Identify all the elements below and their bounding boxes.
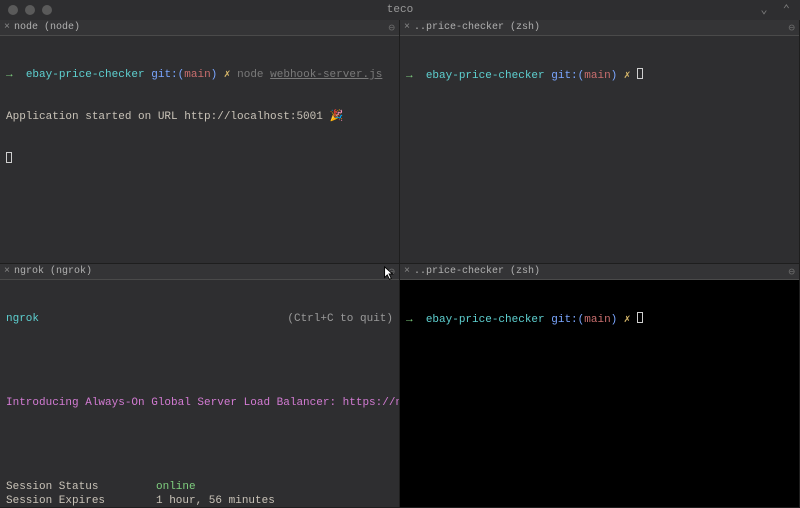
prompt-branch: main bbox=[584, 314, 610, 326]
close-icon[interactable]: × bbox=[4, 22, 10, 33]
pane-top-left: × node (node) ⊖ → ebay-price-checker git… bbox=[0, 20, 400, 264]
kv-value: online bbox=[156, 480, 393, 494]
tab-zsh-tr[interactable]: × ..price-checker (zsh) bbox=[404, 22, 540, 33]
terminal-body-tl[interactable]: → ebay-price-checker git:(main) ✗ node w… bbox=[0, 36, 399, 263]
terminal-cursor-icon bbox=[6, 152, 12, 163]
prompt-dirty-icon: ✗ bbox=[624, 70, 631, 82]
cmd-node: node bbox=[237, 69, 263, 81]
cursor-line bbox=[6, 152, 393, 167]
window-title: teco bbox=[0, 4, 800, 16]
prompt-dir: ebay-price-checker bbox=[26, 69, 145, 81]
pane-top-right: × ..price-checker (zsh) ⊖ → ebay-price-c… bbox=[400, 20, 800, 264]
terminal-body-bl[interactable]: ngrok (Ctrl+C to quit) Introducing Alway… bbox=[0, 280, 399, 507]
pane-grid: × node (node) ⊖ → ebay-price-checker git… bbox=[0, 20, 800, 508]
quit-hint: (Ctrl+C to quit) bbox=[287, 312, 393, 326]
terminal-body-tr[interactable]: → ebay-price-checker git:(main) ✗ bbox=[400, 36, 799, 263]
prompt-line: → ebay-price-checker git:(main) ✗ node w… bbox=[6, 68, 393, 82]
tabbar-tl: × node (node) ⊖ bbox=[0, 20, 399, 36]
pane-bottom-left: × ngrok (ngrok) ⊖ ngrok (Ctrl+C to quit)… bbox=[0, 264, 400, 508]
tab-label: node (node) bbox=[14, 22, 80, 33]
terminal-cursor-icon bbox=[637, 312, 643, 323]
pane-resize-icon[interactable]: ⊖ bbox=[388, 21, 395, 35]
window-corner-icons: ⌄ ⌃ bbox=[760, 2, 794, 17]
terminal-cursor-icon bbox=[637, 68, 643, 79]
pane-resize-icon[interactable]: ⊖ bbox=[788, 265, 795, 279]
prompt-line: → ebay-price-checker git:(main) ✗ bbox=[406, 312, 793, 327]
prompt-dirty-icon: ✗ bbox=[224, 69, 231, 81]
tabbar-tr: × ..price-checker (zsh) ⊖ bbox=[400, 20, 799, 36]
tab-label: ..price-checker (zsh) bbox=[414, 22, 540, 33]
prompt-arrow-icon: → bbox=[406, 314, 413, 326]
tab-ngrok[interactable]: × ngrok (ngrok) bbox=[4, 266, 92, 277]
tab-label: ngrok (ngrok) bbox=[14, 266, 92, 277]
prompt-arrow-icon: → bbox=[6, 69, 13, 81]
ngrok-kv-list: Session StatusonlineSession Expires1 hou… bbox=[6, 480, 393, 507]
close-icon[interactable]: × bbox=[4, 266, 10, 277]
tab-node[interactable]: × node (node) bbox=[4, 22, 80, 33]
pane-bottom-right: × ..price-checker (zsh) ⊖ → ebay-price-c… bbox=[400, 264, 800, 508]
tabbar-bl: × ngrok (ngrok) ⊖ bbox=[0, 264, 399, 280]
prompt-git-close: ) bbox=[611, 314, 618, 326]
prompt-git-close: ) bbox=[211, 69, 218, 81]
prompt-dirty-icon: ✗ bbox=[624, 314, 631, 326]
prompt-branch: main bbox=[184, 69, 210, 81]
pane-resize-icon[interactable]: ⊖ bbox=[388, 265, 395, 279]
prompt-git-open: git:( bbox=[551, 314, 584, 326]
kv-row: Session Statusonline bbox=[6, 480, 393, 494]
prompt-git-open: git:( bbox=[551, 70, 584, 82]
kv-key: Session Status bbox=[6, 480, 156, 494]
titlebar: teco ⌄ ⌃ bbox=[0, 0, 800, 20]
prompt-dir: ebay-price-checker bbox=[426, 314, 545, 326]
kv-value: 1 hour, 56 minutes bbox=[156, 494, 393, 507]
ngrok-header-line: ngrok (Ctrl+C to quit) bbox=[6, 312, 393, 326]
output-line: Application started on URL http://localh… bbox=[6, 110, 393, 124]
blank-line bbox=[6, 438, 393, 452]
ngrok-promo: Introducing Always-On Global Server Load… bbox=[6, 396, 393, 410]
ngrok-title: ngrok bbox=[6, 312, 39, 326]
pane-resize-icon[interactable]: ⊖ bbox=[788, 21, 795, 35]
prompt-arrow-icon: → bbox=[406, 70, 413, 82]
prompt-dir: ebay-price-checker bbox=[426, 70, 545, 82]
blank-line bbox=[6, 354, 393, 368]
tab-zsh-br[interactable]: × ..price-checker (zsh) bbox=[404, 266, 540, 277]
tabbar-br: × ..price-checker (zsh) ⊖ bbox=[400, 264, 799, 280]
cmd-arg: webhook-server.js bbox=[270, 69, 382, 81]
prompt-branch: main bbox=[584, 70, 610, 82]
close-icon[interactable]: × bbox=[404, 266, 410, 277]
prompt-git-open: git:( bbox=[151, 69, 184, 81]
tab-label: ..price-checker (zsh) bbox=[414, 266, 540, 277]
terminal-body-br[interactable]: → ebay-price-checker git:(main) ✗ bbox=[400, 280, 799, 507]
prompt-line: → ebay-price-checker git:(main) ✗ bbox=[406, 68, 793, 83]
kv-key: Session Expires bbox=[6, 494, 156, 507]
close-icon[interactable]: × bbox=[404, 22, 410, 33]
kv-row: Session Expires1 hour, 56 minutes bbox=[6, 494, 393, 507]
prompt-git-close: ) bbox=[611, 70, 618, 82]
